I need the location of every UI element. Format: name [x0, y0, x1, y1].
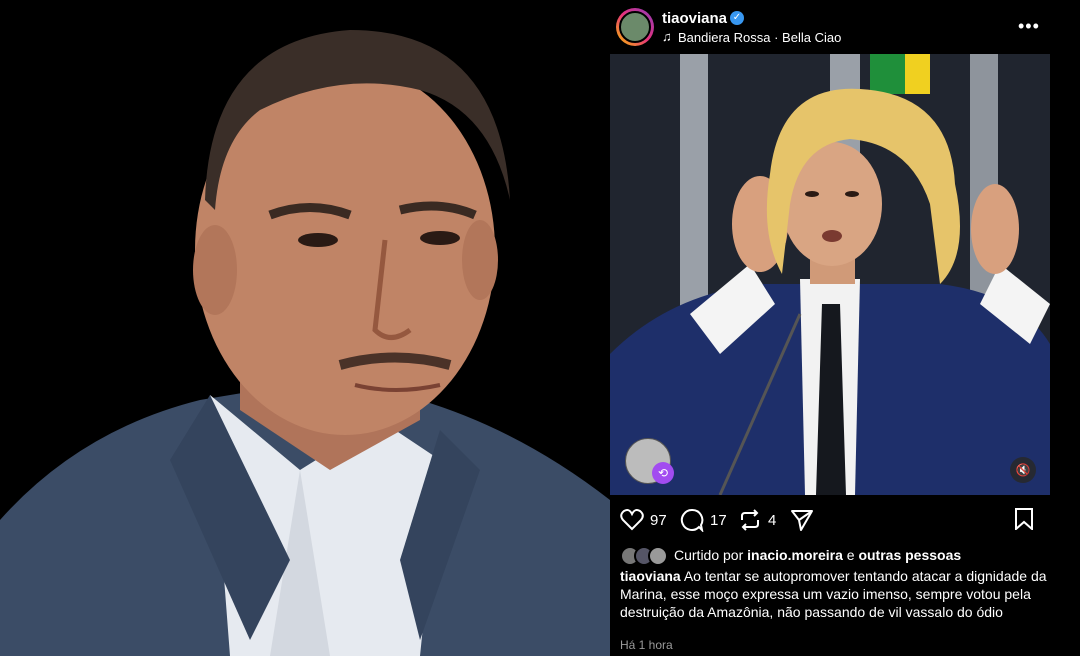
avatar-photo	[619, 11, 651, 43]
caption-username[interactable]: tiaoviana	[620, 568, 681, 584]
liked-prefix: Curtido por	[674, 547, 744, 563]
caption: tiaoviana Ao tentar se autopromover tent…	[620, 567, 1048, 621]
more-icon[interactable]: •••	[1018, 16, 1040, 37]
left-photo	[0, 0, 610, 656]
post-header: tiaoviana ✓ ♫ Bandiera Rossa · Bella Cia…	[610, 0, 1050, 54]
man-portrait-illustration	[0, 0, 610, 656]
liked-avatars	[620, 546, 672, 566]
music-label[interactable]: Bandiera Rossa · Bella Ciao	[678, 30, 841, 45]
instagram-post: tiaoviana ✓ ♫ Bandiera Rossa · Bella Cia…	[610, 0, 1080, 656]
save-icon	[1015, 508, 1033, 532]
username[interactable]: tiaoviana	[662, 10, 727, 27]
music-icon: ♫	[662, 29, 672, 44]
comment-button[interactable]: 17	[680, 505, 727, 535]
liked-by[interactable]: Curtido por inacio.moreira e outras pess…	[620, 545, 1050, 567]
timestamp: Há 1 hora	[620, 638, 673, 652]
comment-icon	[680, 508, 704, 532]
repost-button[interactable]: 4	[738, 505, 776, 535]
mute-icon[interactable]: 🔇	[1010, 457, 1036, 483]
repost-count: 4	[768, 511, 777, 529]
post-image[interactable]: ⟲ 🔇	[610, 54, 1050, 495]
liker-avatar	[648, 546, 668, 566]
liked-connector: e	[846, 547, 855, 563]
profile-avatar[interactable]	[616, 8, 654, 46]
like-count: 97	[650, 511, 667, 529]
liked-text: Curtido por inacio.moreira e outras pess…	[674, 547, 961, 563]
liked-user[interactable]: inacio.moreira	[747, 547, 843, 563]
post-photo-illustration	[610, 54, 1050, 495]
heart-icon	[620, 509, 644, 531]
verified-icon: ✓	[730, 11, 744, 25]
repost-icon	[741, 509, 759, 531]
liked-others[interactable]: outras pessoas	[858, 547, 961, 563]
share-button[interactable]	[790, 505, 820, 535]
action-bar: 97 17 4	[610, 505, 1050, 535]
save-button[interactable]	[1014, 508, 1034, 535]
share-icon	[791, 510, 813, 531]
like-button[interactable]: 97	[620, 505, 667, 535]
caption-text: Ao tentar se autopromover tentando ataca…	[620, 568, 1047, 620]
collab-icon: ⟲	[652, 462, 674, 484]
comment-count: 17	[710, 511, 727, 529]
